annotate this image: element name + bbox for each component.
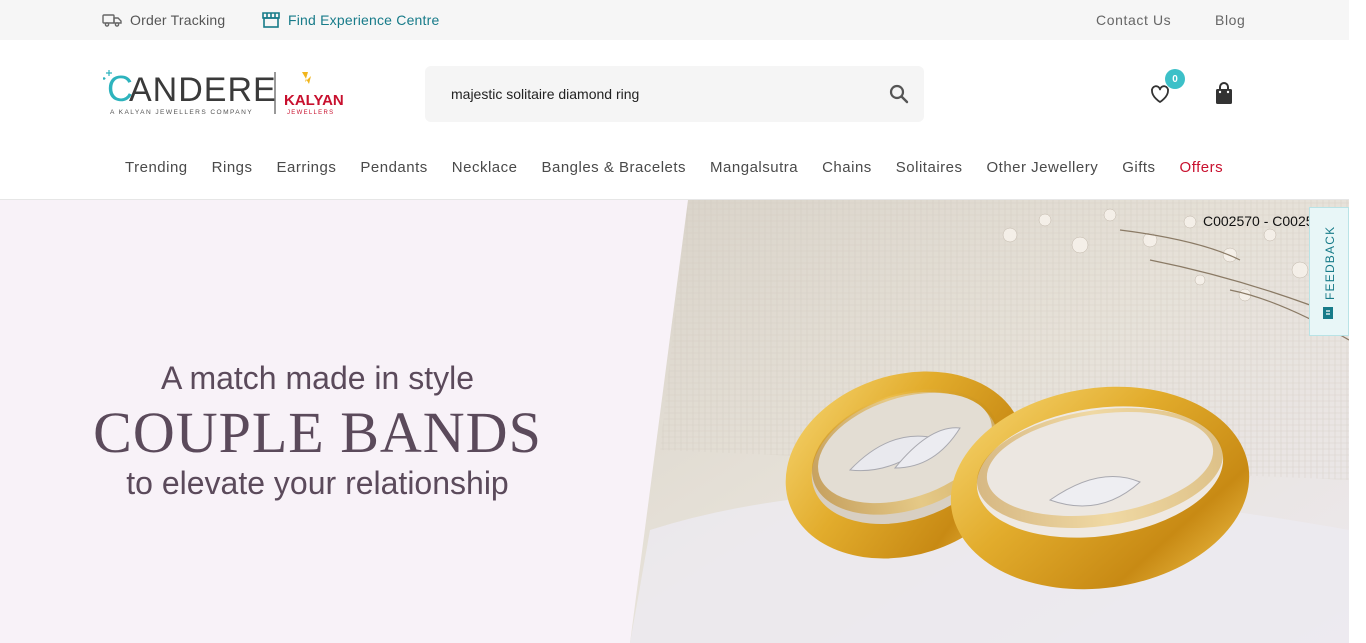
search-input[interactable] [425, 66, 865, 122]
hero-banner[interactable]: A match made in style COUPLE BANDS to el… [0, 200, 1349, 643]
nav-item-mangalsutra[interactable]: Mangalsutra [698, 159, 810, 176]
product-code-label: C002570 - C0025 [1203, 213, 1314, 229]
find-experience-centre-label: Find Experience Centre [288, 12, 440, 28]
order-tracking-link[interactable]: Order Tracking [102, 0, 225, 40]
candere-logo[interactable]: C ANDERE A KALYAN JEWELLERS COMPANY KALY… [102, 68, 344, 118]
feedback-icon [1322, 306, 1336, 320]
blog-link[interactable]: Blog [1215, 0, 1245, 40]
main-nav: Trending Rings Earrings Pendants Necklac… [113, 148, 1235, 186]
nav-item-necklace[interactable]: Necklace [440, 159, 530, 176]
order-tracking-label: Order Tracking [130, 12, 226, 28]
scrollbar[interactable] [1349, 0, 1366, 643]
svg-text:ANDERE: ANDERE [129, 71, 277, 109]
nav-item-other-jewellery[interactable]: Other Jewellery [975, 159, 1111, 176]
hero-subtitle: to elevate your relationship [126, 465, 509, 501]
svg-text:JEWELLERS: JEWELLERS [287, 110, 334, 116]
top-utility-bar: Order Tracking Find Experience Centre Co… [0, 0, 1349, 40]
nav-item-earrings[interactable]: Earrings [265, 159, 349, 176]
store-icon [262, 12, 280, 28]
hero-copy: A match made in style COUPLE BANDS to el… [90, 360, 545, 502]
search-icon[interactable] [888, 83, 910, 105]
nav-item-gifts[interactable]: Gifts [1110, 159, 1167, 176]
nav-item-bangles-bracelets[interactable]: Bangles & Bracelets [529, 159, 698, 176]
search-bar [425, 66, 924, 122]
hero-tagline: A match made in style [160, 360, 475, 396]
hero-title: COUPLE BANDS [93, 400, 542, 465]
feedback-label: FEEDBACK [1323, 225, 1337, 301]
svg-text:KALYAN: KALYAN [284, 92, 343, 109]
wishlist-count-badge: 0 [1165, 69, 1185, 89]
shopping-bag-icon[interactable] [1213, 82, 1235, 106]
nav-item-chains[interactable]: Chains [810, 159, 884, 176]
nav-item-solitaires[interactable]: Solitaires [884, 159, 975, 176]
nav-item-rings[interactable]: Rings [200, 159, 265, 176]
nav-item-trending[interactable]: Trending [113, 159, 200, 176]
feedback-tab[interactable]: FEEDBACK [1309, 207, 1349, 336]
nav-item-offers[interactable]: Offers [1168, 159, 1236, 176]
truck-icon [102, 13, 122, 27]
nav-item-pendants[interactable]: Pendants [348, 159, 439, 176]
svg-text:A KALYAN JEWELLERS COMPANY: A KALYAN JEWELLERS COMPANY [110, 109, 253, 116]
find-experience-centre-link[interactable]: Find Experience Centre [262, 0, 439, 40]
site-header: C ANDERE A KALYAN JEWELLERS COMPANY KALY… [0, 40, 1349, 200]
contact-us-link[interactable]: Contact Us [1096, 0, 1171, 40]
